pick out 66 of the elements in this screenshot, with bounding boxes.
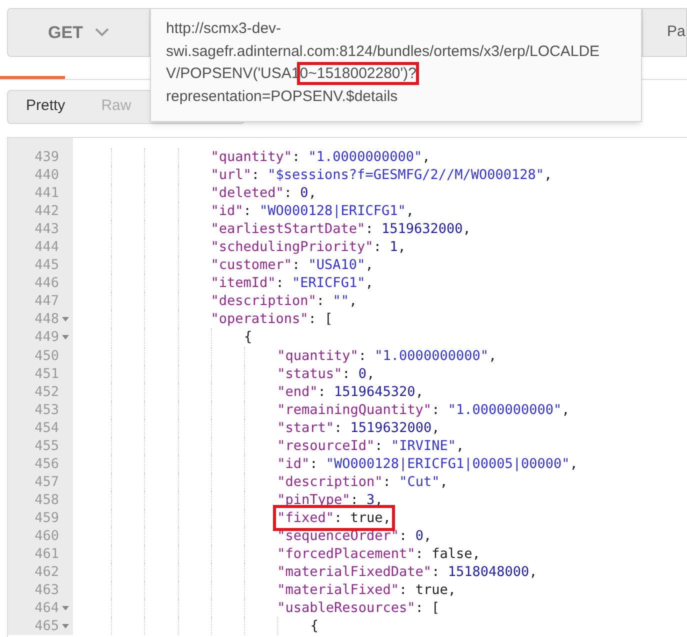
url-text: http://scmx3-dev- bbox=[166, 20, 282, 37]
code-text: "usableResources": [ bbox=[277, 599, 440, 618]
code-text: "schedulingPriority": 1, bbox=[210, 238, 406, 256]
code-text: "remainingQuantity": "1.0000000000", bbox=[277, 400, 570, 419]
code-text: "customer": "USA10", bbox=[210, 256, 374, 274]
code-text: "itemId": "ERICFG1", bbox=[210, 274, 374, 292]
code-text: "earliestStartDate": 1519632000, bbox=[210, 220, 471, 238]
line-number: 450 bbox=[34, 346, 59, 365]
line-number: 464 bbox=[34, 599, 59, 618]
line-number: 455 bbox=[34, 436, 59, 455]
line-number: 443 bbox=[34, 220, 59, 238]
url-text: V/POPSENV('USA1 bbox=[166, 65, 300, 82]
code-text: "sequenceOrder": 0, bbox=[277, 526, 432, 546]
line-number: 458 bbox=[34, 490, 59, 509]
line-number: 454 bbox=[34, 418, 59, 437]
active-tab-indicator bbox=[0, 76, 65, 79]
code-text: "id": "WO000128|ERICFG1", bbox=[210, 202, 414, 220]
line-number: 445 bbox=[34, 256, 59, 274]
code-text: "materialFixedDate": 1518048000, bbox=[277, 563, 538, 582]
chevron-down-icon bbox=[94, 28, 109, 37]
code-text: "start": 1519632000, bbox=[277, 418, 440, 437]
url-text: swi.sagefr.adinternal.com:8124/bundles/ortems/x3/erp/LOCALDE bbox=[166, 42, 600, 60]
code-text: "forcedPlacement": false, bbox=[277, 545, 480, 564]
fold-caret-icon[interactable] bbox=[62, 624, 68, 629]
line-number: 448 bbox=[34, 310, 59, 328]
method-dropdown[interactable]: GET bbox=[7, 8, 150, 57]
code-text: "url": "$sessions?f=GESMFG/2//M/WO000128", bbox=[210, 166, 552, 184]
line-number: 456 bbox=[34, 454, 59, 473]
url-text: representation=POPSENV.$details bbox=[166, 88, 398, 104]
code-text: "materialFixed": true, bbox=[277, 581, 456, 600]
url-text: 0~1518002280')? bbox=[300, 65, 416, 82]
code-text: "description": "Cut", bbox=[277, 472, 448, 491]
code-text: { bbox=[310, 617, 318, 636]
fold-caret-icon[interactable] bbox=[62, 334, 68, 340]
line-number: 463 bbox=[34, 581, 59, 600]
line-number: 441 bbox=[34, 184, 59, 202]
code-text: "id": "WO000128|ERICFG1|00005|00000", bbox=[277, 454, 578, 473]
fold-caret-icon[interactable] bbox=[62, 316, 68, 322]
line-number: 440 bbox=[34, 166, 59, 184]
line-number: 457 bbox=[34, 472, 59, 491]
line-number: 447 bbox=[34, 292, 59, 310]
line-number: 439 bbox=[34, 148, 59, 166]
code-text: { bbox=[244, 328, 252, 347]
line-number: 453 bbox=[34, 400, 59, 419]
line-number: 459 bbox=[34, 508, 59, 527]
line-number: 452 bbox=[34, 382, 59, 401]
line-number: 460 bbox=[34, 527, 59, 545]
line-number: 465 bbox=[34, 617, 59, 636]
fold-caret-icon[interactable] bbox=[62, 606, 68, 611]
line-number: 451 bbox=[34, 364, 59, 383]
code-text: "quantity": "1.0000000000", bbox=[210, 148, 430, 166]
code-text: "deleted": 0, bbox=[210, 184, 316, 202]
line-number: 461 bbox=[34, 545, 59, 564]
code-text: "status": 0, bbox=[277, 364, 375, 383]
params-button[interactable]: Pa bbox=[642, 8, 687, 57]
line-number: 462 bbox=[34, 563, 59, 582]
code-text: "resourceId": "IRVINE", bbox=[277, 436, 464, 455]
code-text: "quantity": "1.0000000000", bbox=[277, 346, 497, 365]
line-number: 446 bbox=[34, 274, 59, 292]
line-number: 449 bbox=[34, 328, 59, 346]
view-mode-tab[interactable]: Pretty bbox=[8, 90, 84, 122]
code-text: "end": 1519645320, bbox=[277, 382, 424, 401]
line-number: 444 bbox=[34, 238, 59, 256]
code-text: "description": "", bbox=[210, 292, 358, 310]
code-text: "operations": [ bbox=[210, 310, 333, 328]
line-number: 442 bbox=[34, 202, 59, 220]
